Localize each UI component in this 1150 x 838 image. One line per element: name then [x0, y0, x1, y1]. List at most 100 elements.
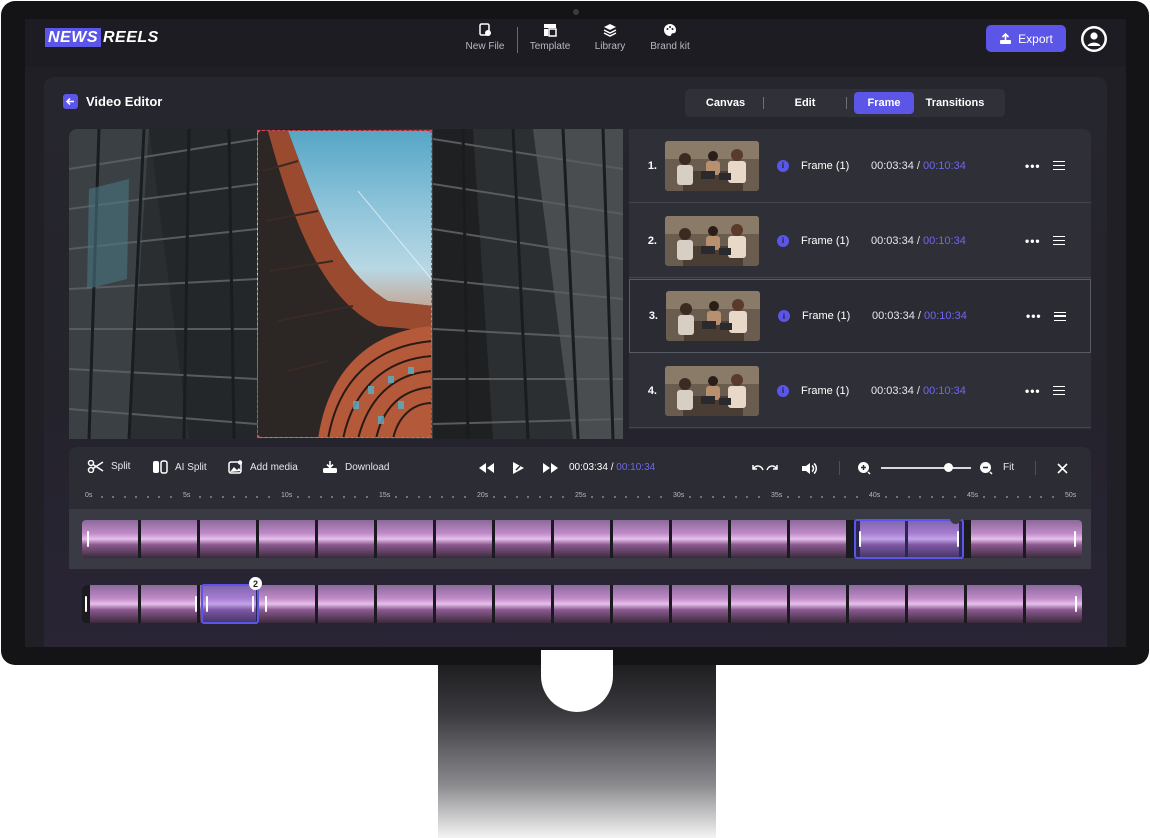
- frame-time-separator: /: [916, 159, 920, 172]
- zoom-slider[interactable]: [881, 467, 971, 469]
- editor-tabs: Canvas Edit Frame Transitions: [685, 89, 1005, 117]
- clip-trim-handle[interactable]: [252, 596, 254, 612]
- zoom-out-icon[interactable]: [979, 461, 993, 475]
- toolbar-divider: [1035, 461, 1036, 475]
- ruler-tick: [417, 496, 420, 498]
- clip-trim-handle[interactable]: [195, 596, 197, 612]
- ruler-tick: [406, 496, 408, 498]
- more-options-icon[interactable]: •••: [1025, 234, 1041, 248]
- ruler-tick: [648, 496, 650, 498]
- frame-current-time: 00:03:34: [871, 234, 914, 247]
- zoom-slider-knob[interactable]: [944, 463, 953, 472]
- drag-handle-icon[interactable]: [1052, 236, 1065, 245]
- info-icon[interactable]: i: [777, 159, 789, 172]
- ruler-tick: [711, 496, 714, 498]
- ruler-tick: [221, 496, 224, 498]
- export-button[interactable]: Export: [986, 25, 1066, 52]
- split-button[interactable]: Split: [87, 460, 130, 473]
- back-arrow-icon[interactable]: [63, 94, 78, 109]
- info-icon[interactable]: i: [777, 234, 789, 247]
- user-avatar-icon[interactable]: [1080, 25, 1108, 53]
- crop-handle[interactable]: [258, 435, 260, 437]
- app-logo[interactable]: NEWS REELS: [45, 28, 159, 47]
- rewind-icon[interactable]: [479, 463, 494, 473]
- ruler-tick: [463, 496, 466, 498]
- drag-handle-icon[interactable]: [1052, 386, 1065, 395]
- undo-redo-icon[interactable]: [751, 463, 779, 474]
- tab-frame[interactable]: Frame: [854, 92, 914, 114]
- clip-trim-handle[interactable]: [859, 531, 861, 547]
- logo-news: NEWS: [45, 28, 101, 47]
- frame-current-time: 00:03:34: [871, 384, 914, 397]
- frame-name: Frame (1): [802, 310, 851, 322]
- add-media-button[interactable]: Add media: [228, 460, 298, 474]
- fast-forward-icon[interactable]: [543, 463, 558, 473]
- play-icon[interactable]: [511, 461, 525, 475]
- frame-thumbnail: [666, 291, 760, 341]
- ruler-tick: [146, 496, 149, 498]
- clip-trim-handle[interactable]: [1074, 531, 1076, 547]
- fit-button[interactable]: Fit: [1003, 462, 1014, 473]
- selected-clip-track-2[interactable]: [201, 584, 259, 624]
- split-label: Split: [111, 461, 131, 472]
- frame-row[interactable]: 1. i Frame (1) 00:03:34 / 00:10:34 •••: [629, 129, 1091, 203]
- frame-row[interactable]: 2. i Frame (1) 00:03:34 / 00:10:34 •••: [629, 204, 1091, 278]
- frame-thumbnail: [665, 215, 759, 266]
- editor-header: Video Editor: [63, 94, 162, 109]
- ruler-tick: [746, 496, 748, 498]
- selected-clip-track-1[interactable]: [854, 519, 964, 559]
- tab-canvas[interactable]: Canvas: [688, 92, 763, 114]
- crop-frame[interactable]: [257, 130, 432, 438]
- close-icon[interactable]: [1057, 463, 1068, 474]
- clip-trim-handle[interactable]: [265, 596, 267, 612]
- tab-transitions[interactable]: Transitions: [914, 92, 996, 114]
- crop-handle[interactable]: [429, 435, 431, 437]
- frame-time: 00:03:34 / 00:10:34: [871, 235, 981, 247]
- ruler-tick: [809, 496, 812, 498]
- clip-badge: [950, 513, 961, 524]
- clip-trim-handle[interactable]: [206, 596, 208, 612]
- info-icon[interactable]: i: [778, 310, 790, 322]
- clip-trim-handle[interactable]: [85, 596, 87, 612]
- ruler-tick: [429, 496, 431, 498]
- ruler-tick: [169, 496, 172, 498]
- nav-template[interactable]: Template: [520, 23, 580, 52]
- crop-image: [258, 131, 431, 437]
- nav-library[interactable]: Library: [580, 23, 640, 52]
- ruler-tick: [561, 496, 564, 498]
- zoom-in-icon[interactable]: [857, 461, 871, 475]
- volume-icon[interactable]: [801, 462, 818, 475]
- more-options-icon[interactable]: •••: [1025, 384, 1041, 398]
- clip-trim-handle[interactable]: [1075, 596, 1077, 612]
- crop-handle[interactable]: [429, 131, 431, 133]
- ruler-tick: [135, 496, 137, 498]
- ruler-tick: [942, 496, 944, 498]
- frame-name: Frame (1): [801, 234, 850, 247]
- clip-count-badge: 2: [249, 577, 262, 590]
- nav-template-label: Template: [529, 41, 571, 52]
- ruler-label: 15s: [379, 492, 391, 499]
- ruler-tick: [907, 496, 910, 498]
- download-icon: [323, 461, 337, 473]
- more-options-icon[interactable]: •••: [1026, 309, 1042, 323]
- more-options-icon[interactable]: •••: [1025, 159, 1041, 173]
- ruler-label: 25s: [575, 492, 587, 499]
- info-icon[interactable]: i: [777, 384, 789, 397]
- ruler-tick: [365, 496, 368, 498]
- frame-row[interactable]: 4. i Frame (1) 00:03:34 / 00:10:34 •••: [629, 354, 1091, 428]
- drag-handle-icon[interactable]: [1052, 161, 1065, 170]
- ruler-label: 0s: [85, 492, 93, 499]
- clip-trim-handle[interactable]: [957, 531, 959, 547]
- ai-split-button[interactable]: AI Split: [152, 460, 207, 474]
- tab-edit[interactable]: Edit: [764, 92, 846, 114]
- download-button[interactable]: Download: [322, 460, 389, 474]
- clip-trim-handle[interactable]: [87, 531, 89, 547]
- drag-handle-icon[interactable]: [1053, 311, 1066, 321]
- ruler-tick: [896, 496, 898, 498]
- nav-brand-kit[interactable]: Brand kit: [640, 23, 700, 52]
- download-label: Download: [345, 461, 390, 473]
- frame-row[interactable]: 3. i Frame (1) 00:03:34 / 00:10:34 •••: [629, 279, 1091, 353]
- ruler-tick: [296, 496, 299, 498]
- nav-new-file[interactable]: New File: [455, 23, 515, 52]
- video-preview[interactable]: [69, 129, 623, 439]
